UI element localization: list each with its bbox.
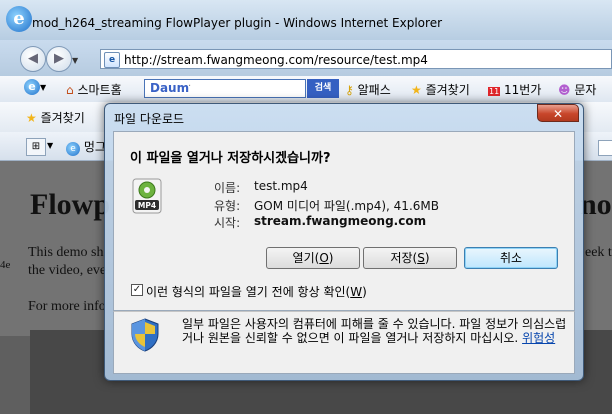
mp4-file-icon: MP4 bbox=[131, 178, 163, 214]
page-paragraph-1-tail: eek to bbox=[585, 245, 612, 260]
page-paragraph-2: the video, eve bbox=[28, 263, 107, 278]
sms-label: 문자 bbox=[574, 83, 597, 97]
open-button-label: 열기( bbox=[292, 251, 320, 265]
mp4-icon-label: MP4 bbox=[138, 201, 156, 210]
risk-link[interactable]: 위험성 bbox=[522, 331, 555, 345]
type-value: GOM 미디어 파일(.mp4), 41.6MB bbox=[254, 199, 439, 213]
ie-logo-icon: e bbox=[6, 6, 32, 32]
always-ask-label-text: 이런 형식의 파일을 열기 전에 항상 확인( bbox=[146, 285, 351, 299]
page-icon: e bbox=[104, 52, 120, 68]
alpass-label: 알패스 bbox=[357, 83, 391, 97]
open-button-suffix: ) bbox=[328, 251, 334, 265]
quick-tabs-icon[interactable]: ⊞ bbox=[26, 138, 46, 156]
star-icon: ★ bbox=[411, 83, 422, 97]
forward-button[interactable]: ▶ bbox=[46, 46, 72, 72]
always-ask-suffix: ) bbox=[362, 285, 367, 299]
favorites-star-icon: ★ bbox=[26, 111, 37, 125]
page-paragraph-3: For more info bbox=[28, 299, 106, 314]
history-dropdown-icon[interactable]: ▼ bbox=[72, 56, 78, 65]
save-button-key: S bbox=[417, 251, 425, 265]
home-link[interactable]: ⌂ 스마트홈 bbox=[66, 81, 122, 98]
window-title: mod_h264_streaming FlowPlayer plugin - W… bbox=[32, 16, 443, 30]
address-url[interactable]: http://stream.fwangmeong.com/resource/te… bbox=[124, 53, 428, 67]
open-button[interactable]: 열기(O) bbox=[266, 247, 360, 269]
always-ask-key: W bbox=[350, 285, 363, 299]
favorites-bar-button[interactable]: ★ 즐겨찾기 bbox=[26, 109, 85, 126]
always-ask-checkbox[interactable]: ✓ bbox=[131, 284, 143, 296]
tab-current[interactable]: e 멍그 bbox=[66, 138, 106, 156]
tab-label: 멍그 bbox=[83, 140, 106, 154]
sms-link[interactable]: ☻ 문자 bbox=[558, 81, 596, 98]
daum-logo: Daum bbox=[150, 81, 190, 95]
page-side-text: 4e bbox=[0, 259, 11, 271]
name-value: test.mp4 bbox=[254, 179, 308, 193]
always-ask-label[interactable]: 이런 형식의 파일을 열기 전에 항상 확인(W) bbox=[146, 283, 367, 300]
dialog-question: 이 파일을 열거나 저장하시겠습니까? bbox=[130, 151, 331, 166]
security-warning: 일부 파일은 사용자의 컴퓨터에 피해를 줄 수 있습니다. 파일 정보가 의심… bbox=[182, 317, 567, 345]
page-paragraph-1: This demo sh bbox=[28, 245, 104, 260]
open-button-key: O bbox=[319, 251, 329, 265]
11st-icon: 11 bbox=[488, 87, 501, 96]
page-heading: Flowp bbox=[30, 188, 111, 221]
tab-side-icon[interactable] bbox=[598, 140, 612, 156]
dialog-close-button[interactable]: ✕ bbox=[537, 104, 579, 122]
search-dropdown-icon[interactable]: · bbox=[188, 81, 191, 92]
page-heading-tail: no bbox=[580, 188, 612, 221]
save-button-label: 저장( bbox=[390, 251, 418, 265]
favorites-label: 즐겨찾기 bbox=[425, 83, 470, 97]
ie-menu-icon[interactable]: e ▼ bbox=[24, 79, 46, 95]
tab-list-dropdown-icon[interactable]: ▼ bbox=[47, 141, 53, 150]
back-button[interactable]: ◀ bbox=[20, 46, 46, 72]
key-icon: ⚷ bbox=[345, 83, 354, 97]
11st-link[interactable]: 11 11번가 bbox=[488, 81, 541, 98]
from-value: stream.fwangmeong.com bbox=[254, 214, 427, 228]
save-button[interactable]: 저장(S) bbox=[363, 247, 457, 269]
cancel-button[interactable]: 취소 bbox=[464, 247, 558, 269]
from-label: 시작: bbox=[214, 216, 241, 230]
alpass-link[interactable]: ⚷ 알패스 bbox=[345, 81, 391, 98]
home-label: 스마트홈 bbox=[77, 83, 122, 97]
security-warning-text: 일부 파일은 사용자의 컴퓨터에 피해를 줄 수 있습니다. 파일 정보가 의심… bbox=[182, 317, 567, 345]
sms-icon: ☻ bbox=[558, 83, 571, 97]
favorites-bar-label: 즐겨찾기 bbox=[40, 111, 85, 125]
tab-page-icon: e bbox=[66, 142, 80, 156]
name-label: 이름: bbox=[214, 181, 241, 195]
security-shield-icon bbox=[130, 318, 160, 352]
type-label: 유형: bbox=[214, 199, 241, 213]
dialog-title: 파일 다운로드 bbox=[114, 112, 185, 126]
home-icon: ⌂ bbox=[66, 83, 74, 97]
save-button-suffix: ) bbox=[424, 251, 430, 265]
favorites-link[interactable]: ★ 즐겨찾기 bbox=[411, 81, 470, 98]
11st-label: 11번가 bbox=[504, 83, 542, 97]
search-button[interactable]: 검색 bbox=[307, 79, 339, 98]
